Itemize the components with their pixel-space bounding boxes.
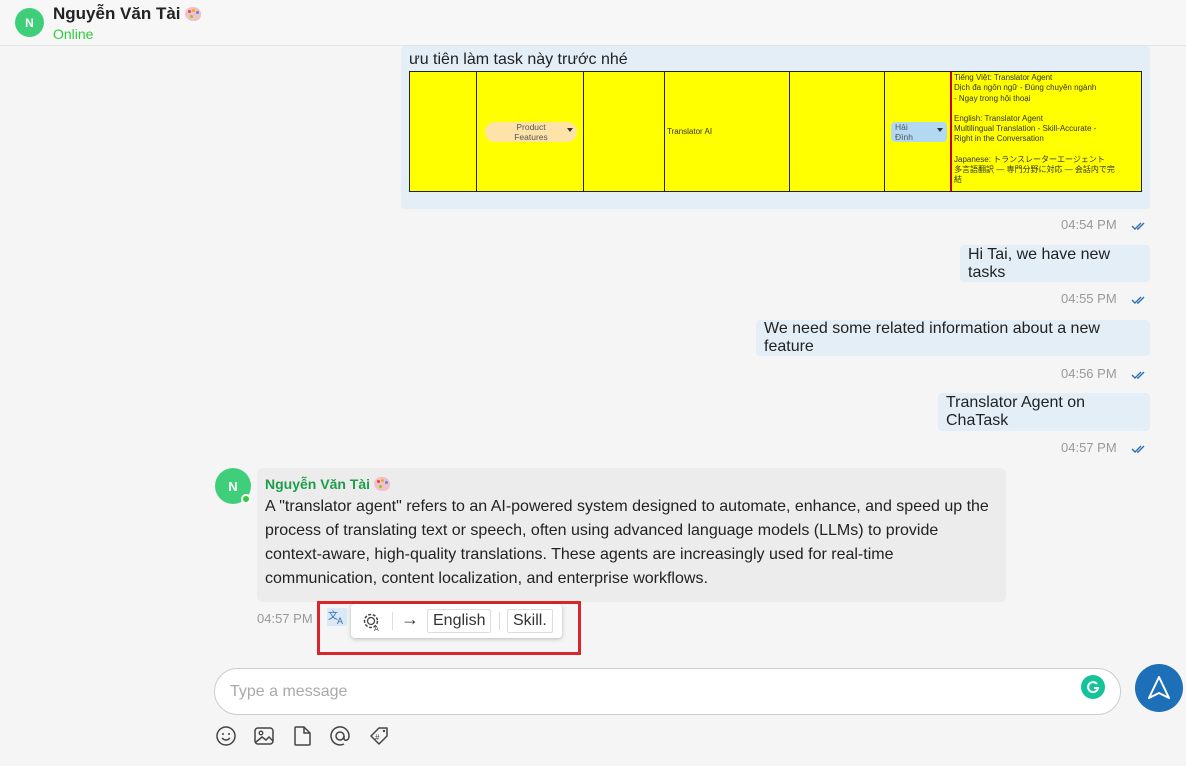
desc-line: English: Translator Agent xyxy=(954,114,1139,124)
send-arrow-icon xyxy=(1146,675,1172,701)
svg-text:A: A xyxy=(337,616,343,626)
sheet-cell xyxy=(584,72,665,191)
divider xyxy=(392,612,393,630)
avatar-initials: N xyxy=(228,479,237,494)
image-icon[interactable] xyxy=(253,725,275,747)
desc-line: Right in the Conversation xyxy=(954,134,1139,144)
desc-line: - Ngay trong hội thoại xyxy=(954,94,1139,104)
translate-icon[interactable]: 文 A xyxy=(327,608,347,626)
person-chip: Hải Đình xyxy=(891,122,947,142)
product-features-chip: Product Features xyxy=(485,122,577,142)
sender-name: Nguyễn Văn Tài xyxy=(265,476,998,492)
desc-line: Multilingual Translation - Skill-Accurat… xyxy=(954,124,1139,134)
svg-text:A: A xyxy=(374,626,379,633)
avatar[interactable]: N xyxy=(15,8,44,37)
chip-label: Hải Đình xyxy=(895,122,913,142)
desc-line: Dịch đa ngôn ngữ - Đúng chuyên ngành xyxy=(954,83,1139,93)
double-check-icon xyxy=(1131,370,1149,380)
chip-label: Product Features xyxy=(485,122,577,142)
sheet-cell: Translator AI xyxy=(665,72,790,191)
mention-icon[interactable] xyxy=(329,725,351,747)
divider xyxy=(499,612,500,630)
contact-name-text: Nguyễn Văn Tài xyxy=(53,4,181,24)
message-text: A "translator agent" refers to an AI-pow… xyxy=(265,495,998,591)
message-bubble[interactable]: Hi Tai, we have new tasks xyxy=(960,245,1150,282)
message-text: We need some related information about a… xyxy=(764,320,1142,356)
message-composer xyxy=(214,668,1121,715)
sheet-cell: Hải Đình xyxy=(885,72,952,191)
message-time: 04:56 PM xyxy=(1061,366,1117,381)
skill-button[interactable]: Skill. xyxy=(507,609,553,633)
message-text: Translator Agent on ChaTask xyxy=(946,394,1142,430)
sheet-cell: Product Features xyxy=(477,72,584,191)
message-time: 04:54 PM xyxy=(1061,217,1117,232)
contact-name[interactable]: Nguyễn Văn Tài xyxy=(53,4,201,24)
palette-emoji-icon xyxy=(185,7,201,21)
send-button[interactable] xyxy=(1135,664,1183,712)
dropdown-arrow-icon xyxy=(567,128,573,132)
message-time: 04:55 PM xyxy=(1061,291,1117,306)
translate-settings-gear-icon[interactable]: A xyxy=(361,611,383,633)
sheet-description-cell: Tiếng Việt: Translator Agent Dịch đa ngô… xyxy=(952,72,1141,191)
message-bubble[interactable]: We need some related information about a… xyxy=(756,320,1150,356)
avatar-initials: N xyxy=(25,16,34,30)
desc-line: 結 xyxy=(954,175,1139,185)
message-text: ưu tiên làm task này trước nhé xyxy=(409,51,628,69)
desc-line: Japanese: トランスレーターエージェント xyxy=(954,155,1139,165)
translate-toolbar: A → English Skill. xyxy=(351,604,562,638)
spreadsheet-image[interactable]: Product Features Translator AI Hải Đình … xyxy=(409,71,1142,192)
grammarly-g-icon xyxy=(1085,679,1101,695)
message-input[interactable] xyxy=(230,681,1070,703)
double-check-icon xyxy=(1131,295,1149,305)
sender-avatar[interactable]: N xyxy=(215,468,251,504)
target-language-button[interactable]: English xyxy=(427,609,491,633)
svg-text:#: # xyxy=(375,733,380,742)
file-icon[interactable] xyxy=(291,725,313,747)
message-time: 04:57 PM xyxy=(257,611,313,626)
tag-icon[interactable]: # xyxy=(368,725,390,747)
sender-name-text: Nguyễn Văn Tài xyxy=(265,476,370,492)
online-status: Online xyxy=(53,26,93,42)
dropdown-arrow-icon xyxy=(937,128,943,132)
online-dot xyxy=(241,494,251,504)
palette-emoji-icon xyxy=(374,477,390,491)
double-check-icon xyxy=(1131,444,1149,454)
chat-header: N Nguyễn Văn Tài Online xyxy=(0,0,1186,46)
message-time: 04:57 PM xyxy=(1061,440,1117,455)
grammarly-icon[interactable] xyxy=(1081,675,1105,699)
sheet-cell xyxy=(790,72,885,191)
message-bubble[interactable]: Translator Agent on ChaTask xyxy=(938,393,1150,431)
incoming-message-bubble[interactable]: Nguyễn Văn Tài A "translator agent" refe… xyxy=(257,468,1006,602)
translator-ai-text: Translator AI xyxy=(667,127,712,136)
double-check-icon xyxy=(1131,221,1149,231)
emoji-icon[interactable] xyxy=(215,725,237,747)
desc-line: 多言語翻訳 — 専門分野に対応 — 会話内で完 xyxy=(954,165,1139,175)
arrow-right-icon: → xyxy=(401,609,419,630)
message-text: Hi Tai, we have new tasks xyxy=(968,246,1142,282)
sheet-cell xyxy=(410,72,477,191)
desc-line: Tiếng Việt: Translator Agent xyxy=(954,73,1139,83)
